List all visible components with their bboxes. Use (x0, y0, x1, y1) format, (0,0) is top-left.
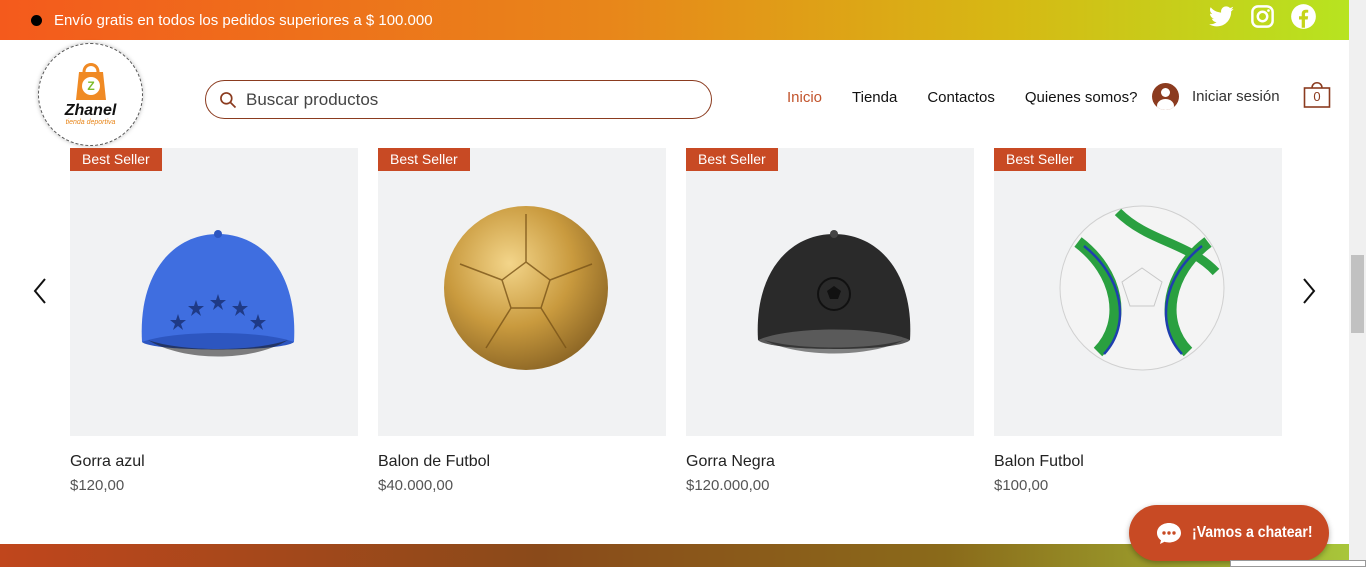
product-card[interactable]: Best Seller Gorra Negra $120.000,00 (686, 148, 974, 494)
blue-cap-image (141, 230, 295, 357)
nav-item-quienes-somos[interactable]: Quienes somos? (1025, 89, 1138, 106)
product-card[interactable]: Best Seller Balon Futbol $100,00 (994, 148, 1282, 494)
main-nav: Inicio Tienda Contactos Quienes somos? (787, 89, 1167, 106)
scrollbar-thumb[interactable] (1351, 255, 1364, 333)
product-carousel: Best Seller Gorra azul $120,00 Best Sell… (0, 148, 1349, 528)
logo-tagline: tienda deportiva (65, 119, 116, 126)
product-image[interactable]: Best Seller (686, 148, 974, 436)
shopping-bag-logo-icon: Z (76, 63, 106, 100)
product-image[interactable]: Best Seller (70, 148, 358, 436)
nav-item-tienda[interactable]: Tienda (852, 89, 897, 106)
gold-soccer-ball-image (444, 206, 608, 370)
site-header: Z Zhanel tienda deportiva Inicio Tienda … (0, 40, 1349, 148)
product-name[interactable]: Balon Futbol (994, 453, 1282, 471)
product-card[interactable]: Best Seller Gorra azul $120,00 (70, 148, 358, 494)
nav-item-contactos[interactable]: Contactos (927, 89, 995, 106)
best-seller-badge: Best Seller (994, 148, 1086, 171)
chat-bubble-icon (1157, 523, 1181, 544)
product-price: $120.000,00 (686, 477, 770, 494)
product-image[interactable]: Best Seller (378, 148, 666, 436)
twitter-icon[interactable] (1208, 3, 1235, 30)
product-price: $100,00 (994, 477, 1049, 494)
instagram-icon[interactable] (1249, 3, 1276, 30)
facebook-icon[interactable] (1290, 3, 1317, 30)
best-seller-badge: Best Seller (686, 148, 778, 171)
product-name[interactable]: Balon de Futbol (378, 453, 666, 471)
product-image[interactable]: Best Seller (994, 148, 1282, 436)
product-price: $40.000,00 (378, 477, 454, 494)
search-box (205, 80, 712, 119)
search-icon[interactable] (218, 90, 238, 110)
svg-text:Z: Z (87, 79, 94, 93)
social-links (1208, 3, 1317, 30)
best-seller-badge: Best Seller (70, 148, 162, 171)
page-scrollbar[interactable] (1349, 0, 1366, 567)
logo-name: Zhanel (64, 102, 117, 119)
search-input[interactable] (246, 89, 686, 110)
promo-text: Envío gratis en todos los pedidos superi… (54, 11, 433, 29)
page: Envío gratis en todos los pedidos superi… (0, 0, 1366, 567)
promo-dot-icon (31, 14, 42, 26)
user-avatar-icon (1152, 83, 1179, 110)
black-cap-image (757, 230, 911, 354)
login-button[interactable]: Iniciar sesión (1152, 83, 1280, 110)
logo[interactable]: Z Zhanel tienda deportiva (38, 43, 143, 146)
chat-label: ¡Vamos a chatear! (1192, 524, 1313, 541)
tooltip-fragment (1230, 560, 1366, 567)
cart-count: 0 (1313, 89, 1321, 104)
login-label: Iniciar sesión (1192, 88, 1280, 105)
cart-button[interactable]: 0 (1303, 80, 1331, 108)
promo-bar: Envío gratis en todos los pedidos superi… (0, 0, 1349, 40)
product-name[interactable]: Gorra azul (70, 453, 358, 471)
next-arrow-icon[interactable] (1299, 276, 1319, 306)
product-name[interactable]: Gorra Negra (686, 453, 974, 471)
chat-button[interactable]: ¡Vamos a chatear! (1129, 505, 1329, 561)
green-soccer-ball-image (1059, 205, 1225, 371)
product-price: $120,00 (70, 477, 125, 494)
best-seller-badge: Best Seller (378, 148, 470, 171)
product-card[interactable]: Best Seller Balon de Futbol $40.000,00 (378, 148, 666, 494)
nav-item-inicio[interactable]: Inicio (787, 89, 822, 106)
previous-arrow-icon[interactable] (30, 276, 50, 306)
